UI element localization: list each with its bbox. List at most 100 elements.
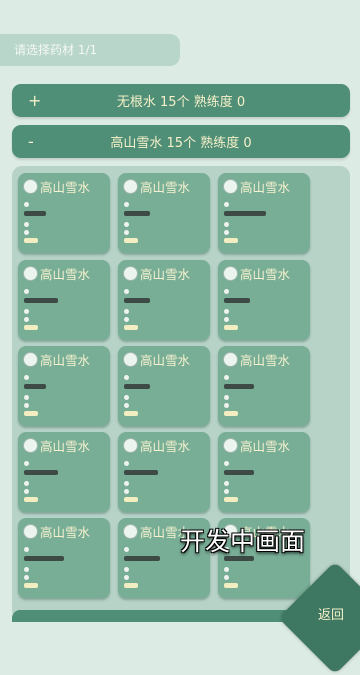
quality-pill	[224, 583, 238, 588]
item-name: 高山雪水	[140, 353, 191, 368]
quality-pill	[224, 325, 238, 330]
item-name: 高山雪水	[240, 439, 291, 454]
stat-dot	[224, 309, 229, 314]
quality-pill	[24, 411, 38, 416]
herb-icon	[223, 266, 238, 281]
herb-icon	[223, 352, 238, 367]
stat-dot	[24, 289, 29, 294]
item-name: 高山雪水	[140, 267, 191, 282]
category-gaoshanxueshui-header[interactable]: - 高山雪水 15个 熟练度 0	[12, 125, 350, 158]
item-card[interactable]: 高山雪水	[218, 432, 310, 512]
stat-bar	[124, 298, 150, 303]
stat-dot	[24, 222, 29, 227]
stat-dot	[124, 222, 129, 227]
herb-icon	[123, 266, 138, 281]
stat-bar	[224, 470, 254, 475]
item-card[interactable]: 高山雪水	[118, 432, 210, 512]
item-card[interactable]: 高山雪水	[118, 260, 210, 340]
stat-dot	[24, 575, 29, 580]
quality-pill	[124, 411, 138, 416]
item-card[interactable]: 高山雪水	[218, 260, 310, 340]
quality-pill	[124, 238, 138, 243]
stat-bar	[24, 470, 58, 475]
item-name: 高山雪水	[40, 267, 91, 282]
stat-bar	[224, 298, 250, 303]
stat-dot	[24, 481, 29, 486]
stat-dot	[24, 547, 29, 552]
stat-dot	[124, 461, 129, 466]
item-card[interactable]: 高山雪水	[118, 346, 210, 426]
stat-dot	[224, 461, 229, 466]
stat-dot	[24, 461, 29, 466]
item-card[interactable]: 高山雪水	[218, 346, 310, 426]
stat-dot	[124, 567, 129, 572]
quality-pill	[24, 238, 38, 243]
stat-bar	[224, 211, 266, 216]
stat-dot	[224, 575, 229, 580]
stat-dot	[124, 317, 129, 322]
stat-bar	[24, 556, 64, 561]
quality-pill	[224, 411, 238, 416]
stat-dot	[124, 289, 129, 294]
stat-dot	[124, 230, 129, 235]
quality-pill	[24, 325, 38, 330]
stat-dot	[24, 375, 29, 380]
item-card[interactable]: 高山雪水	[18, 432, 110, 512]
item-name: 高山雪水	[40, 525, 91, 540]
select-prompt: 请选择药材 1/1	[0, 34, 180, 66]
dev-watermark: 开发中画面	[180, 527, 306, 556]
item-card[interactable]: 高山雪水	[218, 173, 310, 253]
herb-icon	[123, 179, 138, 194]
back-label[interactable]: 返回	[318, 604, 344, 623]
stat-dot	[24, 317, 29, 322]
stat-dot	[224, 317, 229, 322]
stat-dot	[124, 489, 129, 494]
stat-dot	[224, 375, 229, 380]
herb-icon	[123, 524, 138, 539]
stat-bar	[24, 384, 46, 389]
category-label: 高山雪水 15个 熟练度 0	[110, 136, 252, 151]
stat-dot	[224, 230, 229, 235]
stat-dot	[124, 309, 129, 314]
item-name: 高山雪水	[240, 353, 291, 368]
item-name: 高山雪水	[40, 439, 91, 454]
stat-bar	[24, 298, 58, 303]
stat-dot	[224, 481, 229, 486]
item-card[interactable]: 高山雪水	[18, 518, 110, 598]
item-name: 高山雪水	[40, 353, 91, 368]
stat-bar	[224, 384, 254, 389]
stat-dot	[224, 395, 229, 400]
herb-icon	[23, 524, 38, 539]
stat-dot	[124, 375, 129, 380]
item-card[interactable]: 高山雪水	[18, 173, 110, 253]
stat-dot	[124, 481, 129, 486]
quality-pill	[24, 583, 38, 588]
item-card[interactable]: 高山雪水	[18, 260, 110, 340]
stat-dot	[24, 489, 29, 494]
quality-pill	[124, 497, 138, 502]
stat-bar	[124, 470, 158, 475]
stat-bar	[124, 384, 150, 389]
category-label: 无根水 15个 熟练度 0	[116, 95, 246, 110]
quality-pill	[124, 583, 138, 588]
item-card[interactable]: 高山雪水	[118, 173, 210, 253]
item-name: 高山雪水	[240, 180, 291, 195]
category-wugenshui-header[interactable]: + 无根水 15个 熟练度 0	[12, 84, 350, 117]
item-name: 高山雪水	[240, 267, 291, 282]
next-category-header[interactable]	[12, 610, 312, 622]
stat-dot	[224, 222, 229, 227]
item-name: 高山雪水	[140, 439, 191, 454]
herb-icon	[123, 352, 138, 367]
stat-dot	[24, 230, 29, 235]
collapse-icon: -	[28, 132, 34, 151]
herb-icon	[23, 438, 38, 453]
stat-bar	[124, 556, 160, 561]
stat-dot	[124, 403, 129, 408]
quality-pill	[224, 238, 238, 243]
stat-dot	[224, 489, 229, 494]
stat-dot	[124, 575, 129, 580]
quality-pill	[24, 497, 38, 502]
stat-dot	[224, 289, 229, 294]
item-card[interactable]: 高山雪水	[18, 346, 110, 426]
stat-dot	[24, 403, 29, 408]
